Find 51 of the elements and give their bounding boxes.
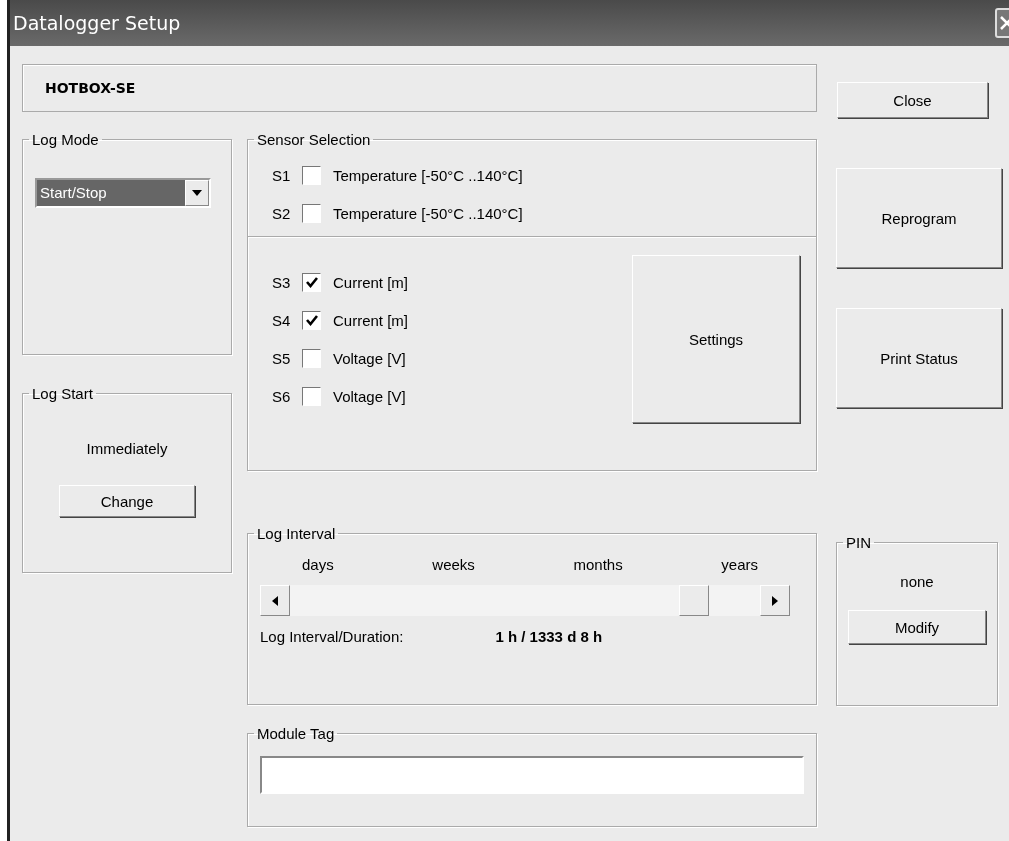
group-label: Module Tag [256,725,336,742]
close-button[interactable]: Close [837,82,988,118]
print-status-button[interactable]: Print Status [836,308,1002,408]
check-icon [305,314,318,326]
interval-value: 1 h / 1333 d 8 h [495,628,603,645]
group-label: Sensor Selection [256,131,372,148]
checkbox[interactable] [302,272,321,292]
settings-button[interactable]: Settings [632,255,800,423]
sensor-id: S4 [272,311,292,329]
sensor-id: S5 [272,349,292,367]
reprogram-button[interactable]: Reprogram [836,168,1002,268]
log-start-value: Immediately [86,440,168,457]
sensor-label: Voltage [V] [333,349,406,367]
sensor-label: Current [m] [333,273,408,291]
right-arrow-icon [772,595,778,606]
sensor-id: S3 [272,273,292,291]
checkbox[interactable] [302,348,321,368]
group-label: Log Mode [31,131,100,148]
interval-label: Log Interval/Duration: [260,628,404,645]
dropdown-arrow-icon [192,190,202,196]
scale-label: months [573,556,623,573]
modify-button[interactable]: Modify [848,610,986,644]
checkbox[interactable] [302,310,321,330]
group-label: PIN [845,534,872,551]
device-name-field: HOTBOX-SE [22,64,817,112]
scroll-left-button[interactable] [260,585,290,616]
scroll-right-button[interactable] [760,585,790,616]
group-label: Log Start [31,385,94,402]
pin-value: none [900,573,934,590]
slider-thumb[interactable] [679,585,710,616]
sensor-label: Temperature [-50°C ..140°C] [333,166,523,184]
module-tag-field[interactable] [260,756,804,794]
checkbox[interactable] [302,203,321,223]
interval-slider[interactable] [260,585,790,616]
window-title: Datalogger Setup [12,12,181,34]
log-mode-dropdown[interactable]: Start/Stop [35,178,211,208]
sensor-label: Voltage [V] [333,387,406,405]
checkbox[interactable] [302,386,321,406]
scale-label: weeks [432,556,475,573]
scale-label: days [302,556,334,573]
left-arrow-icon [272,595,278,606]
check-icon [305,276,318,288]
sensor-id: S6 [272,387,292,405]
checkbox[interactable] [302,165,321,185]
change-button[interactable]: Change [59,485,195,517]
sensor-id: S1 [272,166,292,184]
sensor-id: S2 [272,204,292,222]
group-label: Log Interval [256,525,337,542]
sensor-label: Temperature [-50°C ..140°C] [333,204,523,222]
scale-label: years [721,556,758,573]
sensor-label: Current [m] [333,311,408,329]
